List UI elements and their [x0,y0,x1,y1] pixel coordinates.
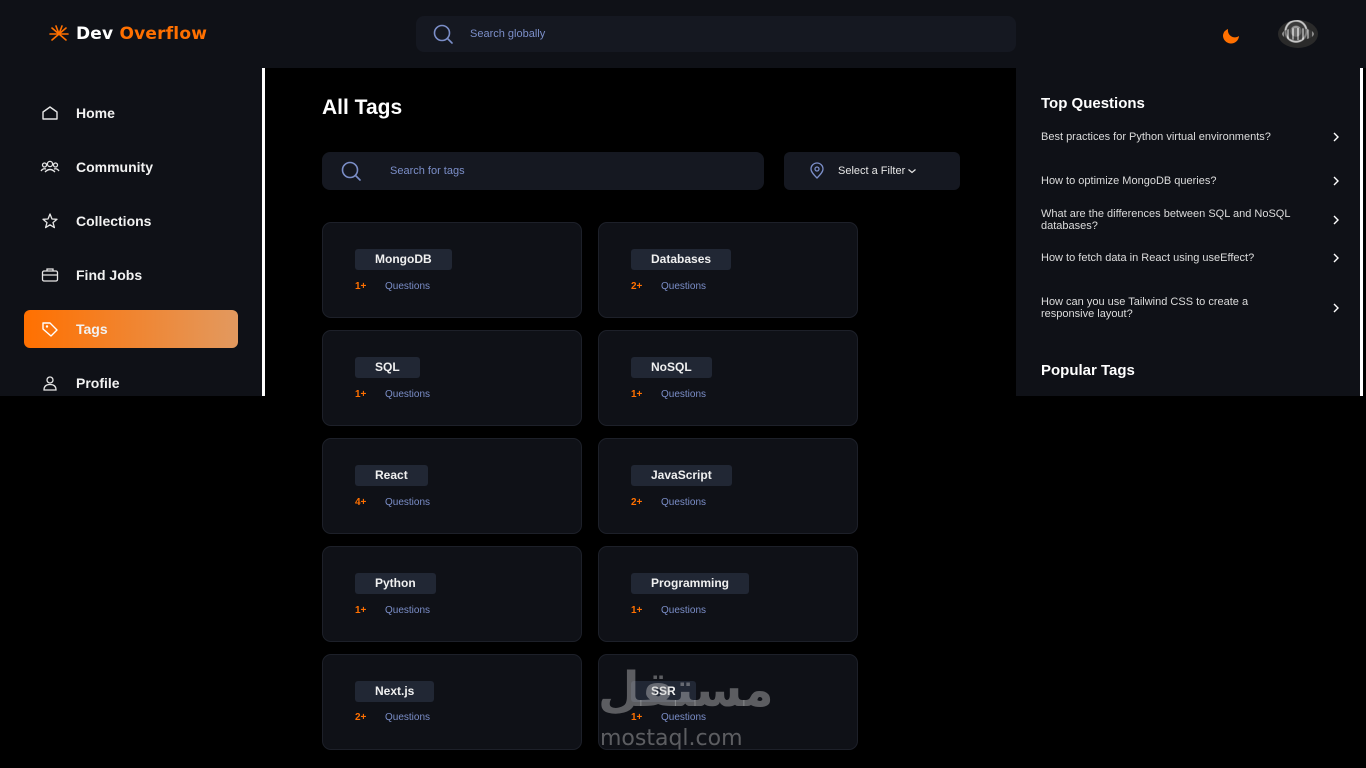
tag-card[interactable]: MongoDB 1+ Questions [322,222,582,318]
logo-text: Dev Overflow [76,24,207,44]
tag-questions-label: Questions [385,497,431,508]
tag-card[interactable]: SQL 1+ Questions [322,330,582,426]
tag-questions-label: Questions [661,605,707,616]
logo-word-dev: Dev [76,24,114,44]
tag-card[interactable]: Databases 2+ Questions [598,222,858,318]
tag-name: React [355,465,428,486]
top-question-item[interactable]: What are the differences between SQL and… [1041,208,1341,232]
chevron-right-icon [1333,215,1339,225]
logo[interactable]: Dev Overflow [48,24,207,44]
sidebar-divider [262,68,265,396]
top-question-item[interactable]: How to fetch data in React using useEffe… [1041,252,1341,264]
watermark-latin: mostaql.com [600,726,743,751]
right-sidebar: Top Questions Best practices for Python … [1016,68,1360,396]
tag-name: Databases [631,249,732,270]
filter-label: Select a Filter [838,165,906,177]
chevron-right-icon [1333,176,1339,186]
left-sidebar: Home Community Collections Find Jobs Tag… [0,68,262,396]
tag-questions-label: Questions [661,281,707,292]
tag-question-count: 1+ [631,605,643,616]
tag-card[interactable]: Next.js 2+ Questions [322,654,582,750]
tag-icon [42,322,58,337]
question-text: How to optimize MongoDB queries? [1041,175,1217,187]
sidebar-item-tags[interactable]: Tags [24,310,238,348]
sidebar-item-label: Profile [76,375,120,391]
chevron-right-icon [1333,253,1339,263]
chevron-down-icon [908,169,917,174]
page-title: All Tags [322,96,403,119]
tag-question-count: 2+ [631,497,643,508]
moon-icon[interactable] [1220,24,1242,46]
tag-name: Next.js [355,681,435,702]
tag-name: MongoDB [355,249,452,270]
search-icon [341,161,361,181]
chevron-right-icon [1333,132,1339,142]
user-avatar[interactable] [1278,20,1318,48]
chevron-right-icon [1333,303,1339,313]
tag-search-input[interactable] [390,165,730,177]
logo-icon [49,25,69,41]
sidebar-item-label: Tags [76,321,108,337]
sidebar-item-collections[interactable]: Collections [24,202,238,240]
top-question-item[interactable]: How can you use Tailwind CSS to create a… [1041,296,1341,320]
tag-search[interactable] [322,152,764,190]
tag-questions-label: Questions [661,389,707,400]
tag-questions-label: Questions [385,712,431,723]
tag-name: Python [355,573,436,594]
users-icon [40,160,60,173]
search-icon [433,24,453,44]
question-text: Best practices for Python virtual enviro… [1041,131,1271,143]
tag-question-count: 1+ [355,389,367,400]
sidebar-item-label: Community [76,159,153,175]
global-search[interactable] [416,16,1016,52]
location-pin-icon [810,162,824,179]
sidebar-item-find-jobs[interactable]: Find Jobs [24,256,238,294]
tag-questions-label: Questions [385,605,431,616]
tag-card[interactable]: NoSQL 1+ Questions [598,330,858,426]
question-text: How can you use Tailwind CSS to create a… [1041,296,1249,320]
tag-questions-label: Questions [385,389,431,400]
tag-question-count: 2+ [355,712,367,723]
star-icon [42,213,58,229]
top-question-item[interactable]: Best practices for Python virtual enviro… [1041,131,1341,143]
tag-question-count: 1+ [355,281,367,292]
tag-question-count: 1+ [631,389,643,400]
watermark-arabic: مستقل [598,662,774,718]
tag-name: NoSQL [631,357,712,378]
global-search-input[interactable] [470,28,970,40]
sidebar-item-label: Home [76,105,115,121]
filter-select[interactable]: Select a Filter [784,152,960,190]
tag-card[interactable]: JavaScript 2+ Questions [598,438,858,534]
sidebar-item-home[interactable]: Home [24,94,238,132]
sidebar-item-community[interactable]: Community [24,148,238,186]
sidebar-item-profile[interactable]: Profile [24,364,238,402]
top-questions-heading: Top Questions [1041,95,1145,112]
top-question-item[interactable]: How to optimize MongoDB queries? [1041,175,1341,187]
briefcase-icon [41,268,59,282]
question-text: What are the differences between SQL and… [1041,208,1291,232]
tag-card[interactable]: Programming 1+ Questions [598,546,858,642]
logo-word-overflow: Overflow [119,24,208,44]
sidebar-item-label: Find Jobs [76,267,143,283]
popular-tags-heading: Popular Tags [1041,362,1135,379]
tag-card[interactable]: React 4+ Questions [322,438,582,534]
tag-name: JavaScript [631,465,732,486]
tag-question-count: 4+ [355,497,367,508]
top-navbar: Dev Overflow [0,0,1366,68]
tag-question-count: 1+ [355,605,367,616]
right-sidebar-divider [1360,68,1363,396]
tag-questions-label: Questions [661,497,707,508]
tag-card[interactable]: Python 1+ Questions [322,546,582,642]
home-icon [42,106,58,120]
tag-name: SQL [355,357,420,378]
tag-question-count: 2+ [631,281,643,292]
question-text: How to fetch data in React using useEffe… [1041,252,1255,264]
tag-name: Programming [631,573,750,594]
sidebar-item-label: Collections [76,213,152,229]
user-icon [43,376,57,391]
tag-questions-label: Questions [385,281,431,292]
